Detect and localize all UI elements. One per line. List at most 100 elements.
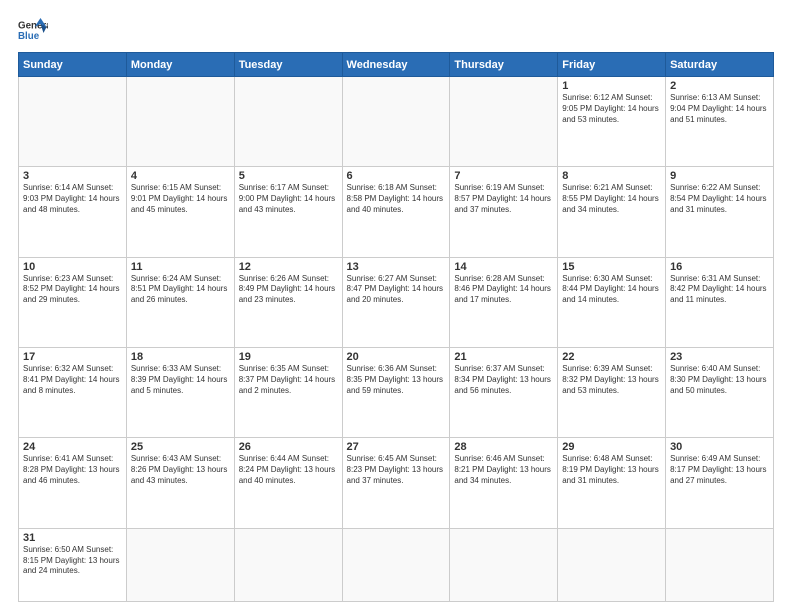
calendar-cell: 28Sunrise: 6:46 AM Sunset: 8:21 PM Dayli… [450, 438, 558, 528]
calendar-cell [126, 528, 234, 601]
calendar-cell: 12Sunrise: 6:26 AM Sunset: 8:49 PM Dayli… [234, 257, 342, 347]
calendar-cell: 16Sunrise: 6:31 AM Sunset: 8:42 PM Dayli… [666, 257, 774, 347]
weekday-tuesday: Tuesday [234, 53, 342, 77]
calendar-cell: 23Sunrise: 6:40 AM Sunset: 8:30 PM Dayli… [666, 348, 774, 438]
day-info: Sunrise: 6:45 AM Sunset: 8:23 PM Dayligh… [347, 454, 446, 486]
day-number: 24 [23, 441, 122, 453]
calendar-cell: 9Sunrise: 6:22 AM Sunset: 8:54 PM Daylig… [666, 167, 774, 257]
calendar-cell: 25Sunrise: 6:43 AM Sunset: 8:26 PM Dayli… [126, 438, 234, 528]
svg-text:Blue: Blue [18, 31, 40, 42]
weekday-monday: Monday [126, 53, 234, 77]
day-number: 15 [562, 261, 661, 273]
day-number: 6 [347, 170, 446, 182]
calendar-cell: 3Sunrise: 6:14 AM Sunset: 9:03 PM Daylig… [19, 167, 127, 257]
day-info: Sunrise: 6:37 AM Sunset: 8:34 PM Dayligh… [454, 364, 553, 396]
week-row-2: 3Sunrise: 6:14 AM Sunset: 9:03 PM Daylig… [19, 167, 774, 257]
calendar-cell: 26Sunrise: 6:44 AM Sunset: 8:24 PM Dayli… [234, 438, 342, 528]
weekday-friday: Friday [558, 53, 666, 77]
calendar-cell [450, 77, 558, 167]
day-number: 17 [23, 351, 122, 363]
calendar-cell: 22Sunrise: 6:39 AM Sunset: 8:32 PM Dayli… [558, 348, 666, 438]
day-info: Sunrise: 6:17 AM Sunset: 9:00 PM Dayligh… [239, 183, 338, 215]
calendar-cell: 13Sunrise: 6:27 AM Sunset: 8:47 PM Dayli… [342, 257, 450, 347]
day-number: 29 [562, 441, 661, 453]
day-info: Sunrise: 6:33 AM Sunset: 8:39 PM Dayligh… [131, 364, 230, 396]
calendar-cell: 11Sunrise: 6:24 AM Sunset: 8:51 PM Dayli… [126, 257, 234, 347]
day-info: Sunrise: 6:23 AM Sunset: 8:52 PM Dayligh… [23, 274, 122, 306]
calendar-table: SundayMondayTuesdayWednesdayThursdayFrid… [18, 52, 774, 602]
day-number: 11 [131, 261, 230, 273]
day-number: 1 [562, 80, 661, 92]
weekday-header-row: SundayMondayTuesdayWednesdayThursdayFrid… [19, 53, 774, 77]
day-info: Sunrise: 6:26 AM Sunset: 8:49 PM Dayligh… [239, 274, 338, 306]
calendar-cell: 10Sunrise: 6:23 AM Sunset: 8:52 PM Dayli… [19, 257, 127, 347]
day-info: Sunrise: 6:43 AM Sunset: 8:26 PM Dayligh… [131, 454, 230, 486]
day-info: Sunrise: 6:19 AM Sunset: 8:57 PM Dayligh… [454, 183, 553, 215]
day-number: 22 [562, 351, 661, 363]
day-number: 26 [239, 441, 338, 453]
calendar-cell [19, 77, 127, 167]
day-info: Sunrise: 6:40 AM Sunset: 8:30 PM Dayligh… [670, 364, 769, 396]
day-info: Sunrise: 6:13 AM Sunset: 9:04 PM Dayligh… [670, 93, 769, 125]
day-info: Sunrise: 6:31 AM Sunset: 8:42 PM Dayligh… [670, 274, 769, 306]
day-number: 30 [670, 441, 769, 453]
day-number: 10 [23, 261, 122, 273]
day-info: Sunrise: 6:32 AM Sunset: 8:41 PM Dayligh… [23, 364, 122, 396]
day-number: 28 [454, 441, 553, 453]
calendar-cell: 5Sunrise: 6:17 AM Sunset: 9:00 PM Daylig… [234, 167, 342, 257]
calendar-cell: 29Sunrise: 6:48 AM Sunset: 8:19 PM Dayli… [558, 438, 666, 528]
week-row-4: 17Sunrise: 6:32 AM Sunset: 8:41 PM Dayli… [19, 348, 774, 438]
day-number: 2 [670, 80, 769, 92]
calendar-cell [666, 528, 774, 601]
day-info: Sunrise: 6:36 AM Sunset: 8:35 PM Dayligh… [347, 364, 446, 396]
calendar-cell [126, 77, 234, 167]
calendar-cell: 7Sunrise: 6:19 AM Sunset: 8:57 PM Daylig… [450, 167, 558, 257]
calendar-cell: 6Sunrise: 6:18 AM Sunset: 8:58 PM Daylig… [342, 167, 450, 257]
weekday-saturday: Saturday [666, 53, 774, 77]
calendar-cell: 27Sunrise: 6:45 AM Sunset: 8:23 PM Dayli… [342, 438, 450, 528]
day-info: Sunrise: 6:35 AM Sunset: 8:37 PM Dayligh… [239, 364, 338, 396]
header: General Blue [18, 16, 774, 44]
day-info: Sunrise: 6:41 AM Sunset: 8:28 PM Dayligh… [23, 454, 122, 486]
day-info: Sunrise: 6:30 AM Sunset: 8:44 PM Dayligh… [562, 274, 661, 306]
logo: General Blue [18, 16, 48, 44]
day-number: 5 [239, 170, 338, 182]
calendar-cell: 20Sunrise: 6:36 AM Sunset: 8:35 PM Dayli… [342, 348, 450, 438]
calendar-cell [234, 77, 342, 167]
calendar-cell: 30Sunrise: 6:49 AM Sunset: 8:17 PM Dayli… [666, 438, 774, 528]
day-info: Sunrise: 6:46 AM Sunset: 8:21 PM Dayligh… [454, 454, 553, 486]
calendar-cell: 18Sunrise: 6:33 AM Sunset: 8:39 PM Dayli… [126, 348, 234, 438]
day-number: 20 [347, 351, 446, 363]
calendar-cell: 1Sunrise: 6:12 AM Sunset: 9:05 PM Daylig… [558, 77, 666, 167]
calendar-cell [342, 528, 450, 601]
day-number: 21 [454, 351, 553, 363]
day-info: Sunrise: 6:22 AM Sunset: 8:54 PM Dayligh… [670, 183, 769, 215]
calendar-cell [234, 528, 342, 601]
day-info: Sunrise: 6:48 AM Sunset: 8:19 PM Dayligh… [562, 454, 661, 486]
calendar-cell: 4Sunrise: 6:15 AM Sunset: 9:01 PM Daylig… [126, 167, 234, 257]
week-row-6: 31Sunrise: 6:50 AM Sunset: 8:15 PM Dayli… [19, 528, 774, 601]
page: General Blue SundayMondayTuesdayWednesda… [0, 0, 792, 612]
weekday-wednesday: Wednesday [342, 53, 450, 77]
day-info: Sunrise: 6:28 AM Sunset: 8:46 PM Dayligh… [454, 274, 553, 306]
day-number: 18 [131, 351, 230, 363]
day-number: 12 [239, 261, 338, 273]
day-number: 9 [670, 170, 769, 182]
day-number: 13 [347, 261, 446, 273]
calendar-cell: 17Sunrise: 6:32 AM Sunset: 8:41 PM Dayli… [19, 348, 127, 438]
day-info: Sunrise: 6:12 AM Sunset: 9:05 PM Dayligh… [562, 93, 661, 125]
day-number: 16 [670, 261, 769, 273]
week-row-3: 10Sunrise: 6:23 AM Sunset: 8:52 PM Dayli… [19, 257, 774, 347]
day-number: 27 [347, 441, 446, 453]
calendar-cell: 14Sunrise: 6:28 AM Sunset: 8:46 PM Dayli… [450, 257, 558, 347]
day-number: 31 [23, 532, 122, 544]
day-info: Sunrise: 6:27 AM Sunset: 8:47 PM Dayligh… [347, 274, 446, 306]
calendar-cell: 8Sunrise: 6:21 AM Sunset: 8:55 PM Daylig… [558, 167, 666, 257]
day-info: Sunrise: 6:15 AM Sunset: 9:01 PM Dayligh… [131, 183, 230, 215]
calendar-cell [450, 528, 558, 601]
day-info: Sunrise: 6:18 AM Sunset: 8:58 PM Dayligh… [347, 183, 446, 215]
day-number: 19 [239, 351, 338, 363]
day-number: 23 [670, 351, 769, 363]
weekday-thursday: Thursday [450, 53, 558, 77]
day-number: 3 [23, 170, 122, 182]
